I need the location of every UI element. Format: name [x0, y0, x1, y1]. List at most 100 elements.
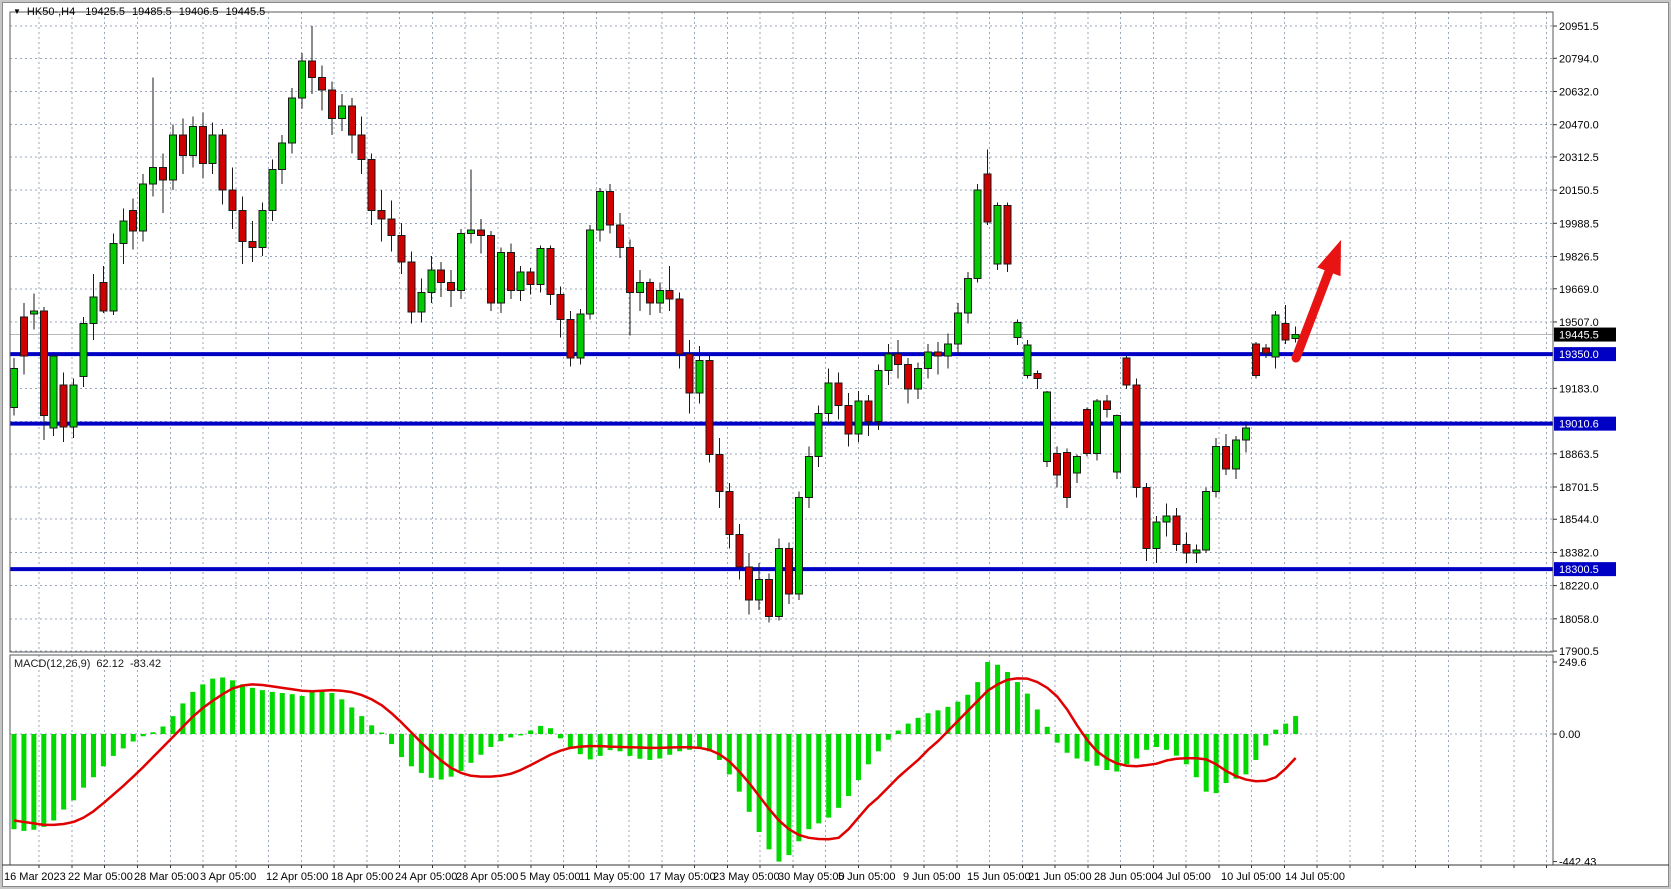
macd-histogram-bar: [1065, 734, 1070, 753]
macd-histogram-bar: [558, 734, 563, 738]
candle-body-up: [925, 352, 932, 368]
macd-histogram-bar: [1194, 734, 1199, 777]
price-axis-label: 19988.5: [1559, 218, 1599, 230]
candle-body-down: [309, 61, 316, 77]
macd-histogram-bar: [1263, 734, 1268, 746]
candle-body-down: [388, 219, 395, 235]
macd-histogram-bar: [677, 734, 682, 751]
price-axis-label: 20794.0: [1559, 53, 1599, 65]
price-axis-label: 18863.5: [1559, 449, 1599, 461]
candle-body-down: [617, 225, 624, 248]
macd-histogram-bar: [161, 726, 166, 733]
candle-body-down: [239, 211, 246, 242]
candle-body-up: [974, 190, 981, 278]
candle-body-down: [1103, 401, 1110, 409]
horizontal-level-lines[interactable]: [10, 354, 1553, 569]
price-axis-label: 19183.0: [1559, 383, 1599, 395]
candle-body-up: [169, 135, 176, 180]
candle-body-up: [1163, 516, 1170, 522]
time-axis-label: 10 Jul 05:00: [1221, 871, 1281, 883]
candle-body-down: [626, 248, 633, 293]
time-axis-label: 30 May 05:00: [778, 871, 845, 883]
macd-histogram-bar: [498, 734, 503, 741]
chart-canvas[interactable]: 20951.520794.020632.020470.020312.520150…: [2, 2, 1671, 889]
price-axis-label: 20632.0: [1559, 86, 1599, 98]
ohlc-close: 19445.5: [226, 6, 266, 18]
time-axis-label: 9 Jun 05:00: [903, 871, 961, 883]
candle-body-up: [954, 313, 961, 344]
macd-histogram-bar: [409, 734, 414, 766]
price-axis-label: 18701.5: [1559, 482, 1599, 494]
candles-layer: [11, 26, 1300, 622]
candle-body-up: [964, 278, 971, 313]
candle-body-down: [219, 135, 226, 190]
candle-body-up: [1093, 401, 1100, 453]
candle-body-up: [1044, 392, 1051, 462]
macd-histogram-bar: [916, 718, 921, 734]
macd-histogram-bar: [657, 734, 662, 759]
time-axis-label: 16 Mar 2023: [4, 871, 66, 883]
macd-axis-label: 249.6: [1559, 657, 1587, 669]
candle-body-up: [775, 549, 782, 617]
candle-body-down: [845, 405, 852, 434]
candle-body-up: [577, 314, 584, 358]
macd-histogram-bar: [101, 734, 106, 766]
macd-histogram-bar: [578, 734, 583, 754]
candle-body-up: [11, 368, 18, 407]
candle-body-down: [1252, 344, 1259, 376]
macd-histogram-bar: [906, 724, 911, 734]
time-axis[interactable]: 16 Mar 202322 Mar 05:0028 Mar 05:003 Apr…: [2, 865, 1670, 883]
macd-histogram-bar: [339, 699, 344, 734]
arrow-annotation[interactable]: [1296, 240, 1341, 358]
macd-histogram-bar: [926, 713, 931, 734]
level-price-tag: 18300.5: [1554, 562, 1616, 576]
candle-body-up: [537, 249, 544, 285]
arrow-head[interactable]: [1317, 240, 1341, 276]
candle-body-up: [70, 385, 77, 427]
candle-body-down: [716, 455, 723, 492]
candle-body-down: [905, 364, 912, 389]
svg-text:18300.5: 18300.5: [1559, 564, 1599, 576]
macd-histogram-bar: [896, 731, 901, 734]
macd-histogram-bar: [1184, 734, 1189, 764]
macd-histogram-bar: [1015, 682, 1020, 734]
candle-body-down: [865, 401, 872, 421]
macd-histogram-bar: [1273, 730, 1278, 734]
candle-body-up: [587, 230, 594, 314]
price-axis[interactable]: 20951.520794.020632.020470.020312.520150…: [1553, 21, 1616, 658]
candle-body-down: [666, 291, 673, 299]
macd-histogram-bar: [796, 734, 801, 841]
candle-body-up: [944, 344, 951, 356]
macd-axis[interactable]: 249.60.00-442.43: [1553, 657, 1596, 869]
time-axis-label: 23 May 05:00: [713, 871, 780, 883]
macd-histogram-bar: [260, 690, 265, 734]
time-axis-label: 28 Apr 05:00: [456, 871, 518, 883]
price-axis-label: 19669.0: [1559, 284, 1599, 296]
macd-histogram-bar: [1114, 734, 1119, 771]
macd-histogram-bar: [250, 688, 255, 734]
candle-body-up: [428, 270, 435, 293]
macd-histogram-bar: [1055, 734, 1060, 743]
macd-histogram-bar: [1124, 734, 1129, 764]
candle-body-up: [1272, 315, 1279, 357]
arrow-shaft[interactable]: [1296, 272, 1329, 358]
candle-body-down: [527, 272, 534, 284]
candle-body-up: [458, 233, 465, 290]
candle-body-down: [1064, 452, 1071, 497]
candle-body-up: [468, 230, 475, 233]
candle-body-down: [1034, 374, 1041, 379]
macd-histogram-bar: [866, 734, 871, 764]
time-axis-label: 28 Mar 05:00: [134, 871, 199, 883]
macd-histogram-bar: [170, 716, 175, 734]
macd-histogram-bar: [816, 734, 821, 823]
candle-body-down: [438, 270, 445, 282]
macd-histogram-bar: [757, 734, 762, 832]
chart-menu-arrow-icon[interactable]: ▼: [13, 7, 21, 16]
candle-body-down: [1123, 358, 1130, 385]
macd-histogram-bar: [359, 716, 364, 734]
candle-body-down: [249, 241, 256, 247]
macd-histogram-bar: [826, 734, 831, 818]
candle-body-down: [40, 311, 47, 415]
macd-histogram-bar: [1224, 734, 1229, 783]
candle-body-up: [885, 354, 892, 370]
